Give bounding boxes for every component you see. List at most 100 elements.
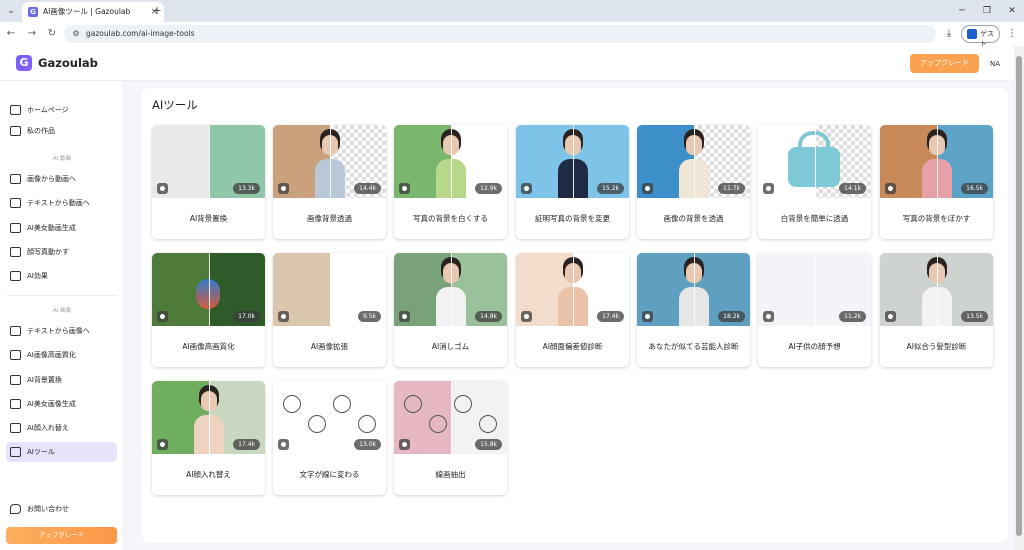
minimize-icon[interactable]: ─ <box>954 3 970 19</box>
view-icon <box>885 183 896 194</box>
reload-icon[interactable]: ↻ <box>45 27 59 41</box>
sidebar-item-label: 私の作品 <box>27 127 55 135</box>
sidebar-item-label: 顔写真動かす <box>27 248 69 256</box>
back-icon[interactable]: ← <box>4 27 18 41</box>
tool-card[interactable]: 13.5k AI似合う髪型診断 <box>880 253 993 367</box>
tool-card[interactable]: 17.0k AI画像高画質化 <box>152 253 265 367</box>
restore-icon[interactable]: ❐ <box>979 3 995 19</box>
tool-card-label: AI画像高画質化 <box>182 342 235 351</box>
tool-card[interactable]: 16.5k 写真の背景をぼかす <box>880 125 993 239</box>
scrollbar-thumb[interactable] <box>1016 56 1022 536</box>
view-icon <box>763 311 774 322</box>
tool-thumbnail: 16.5k <box>880 125 993 198</box>
usage-count-badge: 14.1k <box>839 183 866 194</box>
tool-card-label: 画像背景透過 <box>307 214 352 223</box>
sidebar-upgrade-button[interactable]: アップグレード <box>6 527 117 544</box>
sidebar-item-background[interactable]: AI背景置換 <box>6 370 117 390</box>
sidebar-item-home[interactable]: ホームページ <box>6 100 117 120</box>
avatar[interactable]: NA <box>986 56 1004 72</box>
tool-card[interactable]: 15.2k 証明写真の背景を変更 <box>516 125 629 239</box>
view-icon <box>521 311 532 322</box>
sidebar-item-label: ホームページ <box>27 106 69 114</box>
download-icon[interactable]: ⤓ <box>942 27 956 41</box>
sidebar-item-text-video[interactable]: テキストから動画へ <box>6 193 117 213</box>
sidebar-item-image-video[interactable]: 画像から動画へ <box>6 169 117 189</box>
profile-button[interactable]: ゲスト <box>961 25 1000 48</box>
tool-card-label: あなたが似てる芸能人診断 <box>648 342 739 351</box>
tool-card[interactable]: 17.4k AI顔入れ替え <box>152 381 265 495</box>
logo-text[interactable]: Gazoulab <box>38 56 98 70</box>
usage-count-badge: 9.5k <box>357 311 381 322</box>
usage-count-badge: 14.4k <box>354 183 381 194</box>
usage-count-badge: 13.3k <box>233 183 260 194</box>
view-icon <box>278 183 289 194</box>
tool-card[interactable]: 18.2k あなたが似てる芸能人診断 <box>637 253 750 367</box>
tool-card[interactable]: 14.4k 画像背景透過 <box>273 125 386 239</box>
tool-thumbnail: 11.7k <box>637 125 750 198</box>
tool-card[interactable]: 11.7k 画像の背景を透過 <box>637 125 750 239</box>
browser-tab[interactable]: G AI画像ツール | Gazoulab × <box>22 2 164 22</box>
sidebar-item-label: AI効果 <box>27 272 48 280</box>
sidebar-item-folder[interactable]: 私の作品 <box>6 121 117 141</box>
view-icon <box>642 311 653 322</box>
face-animate-icon <box>10 247 21 257</box>
sidebar-item-label: AIツール <box>27 448 55 456</box>
tool-thumbnail: 17.0k <box>152 253 265 326</box>
tool-card-label: 文字が線に変わる <box>299 470 360 479</box>
sidebar-item-label: お問い合わせ <box>27 505 69 513</box>
window-close-icon[interactable]: ✕ <box>1004 3 1020 19</box>
address-bar[interactable]: ⚙ gazoulab.com/ai-image-tools <box>64 25 936 43</box>
sidebar-item-label: AI美女画像生成 <box>27 400 76 408</box>
tool-card[interactable]: 13.3k AI背景置換 <box>152 125 265 239</box>
sidebar-item-text-image[interactable]: テキストから画像へ <box>6 321 117 341</box>
faceswap-icon <box>10 423 21 433</box>
view-icon <box>157 439 168 450</box>
tab-title: AI画像ツール | Gazoulab <box>43 7 131 16</box>
sidebar-item-contact[interactable]: お問い合わせ <box>6 499 117 519</box>
sidebar-item-beauty-image[interactable]: AI美女画像生成 <box>6 394 117 414</box>
sidebar-item-toolbox[interactable]: AIツール <box>6 442 117 462</box>
site-info-icon[interactable]: ⚙ <box>70 28 82 40</box>
sidebar-item-enhance[interactable]: AI画像高画質化 <box>6 345 117 365</box>
effect-icon <box>10 271 21 281</box>
tool-card[interactable]: 15.8k 線画抽出 <box>394 381 507 495</box>
sidebar-item-label: AI画像高画質化 <box>27 351 76 359</box>
url-text[interactable]: gazoulab.com/ai-image-tools <box>86 28 195 40</box>
tool-card-label: 写真の背景を白くする <box>413 214 488 223</box>
tool-card[interactable]: 13.0k 文字が線に変わる <box>273 381 386 495</box>
sidebar: AI 動画 AI 画像 お問い合わせ アップグレード ホームページ 私の作品 画像か… <box>0 81 124 550</box>
browser-menu-icon[interactable]: ⋮ <box>1006 27 1018 41</box>
sidebar-item-face-animate[interactable]: 顔写真動かす <box>6 242 117 262</box>
tool-thumbnail: 12.9k <box>394 125 507 198</box>
view-icon <box>278 439 289 450</box>
tool-card-label: AI顔面偏差値診断 <box>542 342 603 351</box>
new-tab-icon[interactable]: + <box>150 4 164 18</box>
tool-card[interactable]: 9.5k AI画像拡張 <box>273 253 386 367</box>
tab-search-icon[interactable]: ⌄ <box>4 4 18 18</box>
sidebar-item-effect[interactable]: AI効果 <box>6 266 117 286</box>
tool-card[interactable]: 17.4k AI顔面偏差値診断 <box>516 253 629 367</box>
view-icon <box>157 311 168 322</box>
upgrade-button[interactable]: アップグレード <box>910 54 979 73</box>
image-video-icon <box>10 174 21 184</box>
profile-icon <box>967 29 977 39</box>
tool-thumbnail: 13.0k <box>273 381 386 454</box>
page-scrollbar[interactable] <box>1014 46 1024 550</box>
forward-icon[interactable]: → <box>25 27 39 41</box>
sidebar-item-beauty-video[interactable]: AI美女動画生成 <box>6 218 117 238</box>
tool-card[interactable]: 14.1k 白背景を簡単に透過 <box>758 125 871 239</box>
usage-count-badge: 14.8k <box>475 311 502 322</box>
tool-card[interactable]: 12.9k 写真の背景を白くする <box>394 125 507 239</box>
image-section-heading: AI 画像 <box>52 308 72 314</box>
sidebar-item-label: テキストから画像へ <box>27 327 90 335</box>
tool-card-label: AI顔入れ替え <box>186 470 231 479</box>
tool-thumbnail: 13.5k <box>880 253 993 326</box>
tool-thumbnail: 17.4k <box>516 253 629 326</box>
usage-count-badge: 16.5k <box>961 183 988 194</box>
logo-icon[interactable]: G <box>16 55 32 71</box>
tool-card-label: 画像の背景を透過 <box>663 214 724 223</box>
sidebar-item-faceswap[interactable]: AI顔入れ替え <box>6 418 117 438</box>
browser-tab-strip: ⌄ G AI画像ツール | Gazoulab × + ─ ❐ ✕ <box>0 0 1024 22</box>
tool-card[interactable]: 14.8k AI消しゴム <box>394 253 507 367</box>
tool-card[interactable]: 11.2k AI子供の顔予想 <box>758 253 871 367</box>
